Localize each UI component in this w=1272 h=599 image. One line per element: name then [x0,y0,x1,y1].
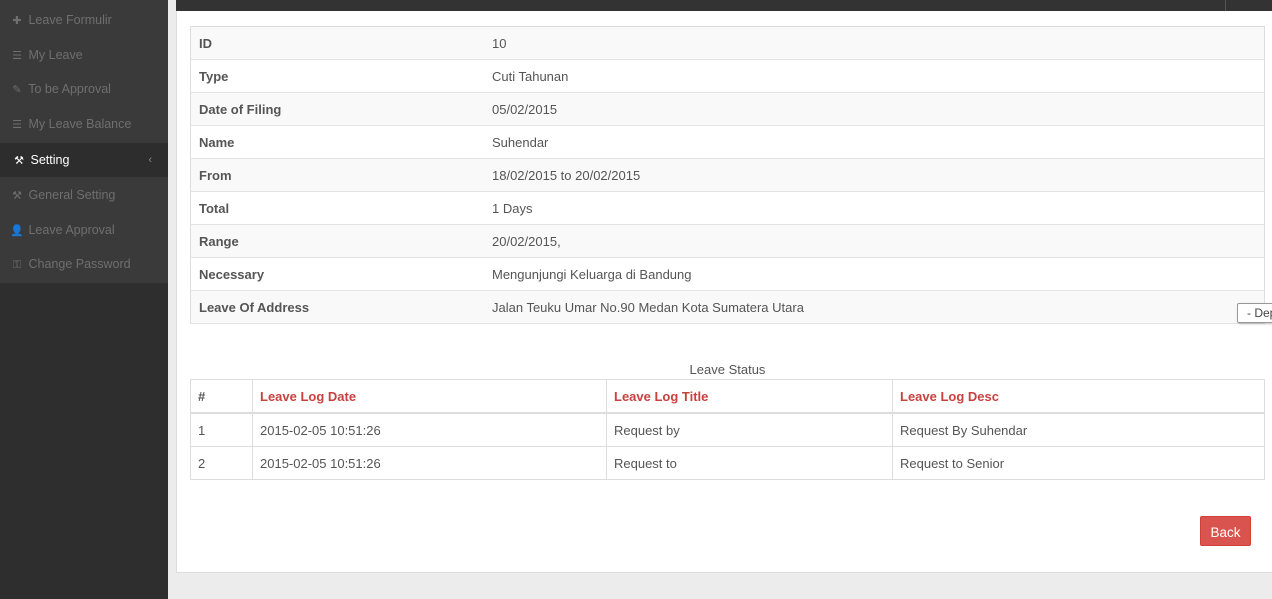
detail-label: From [190,158,484,192]
sidebar-menu: ✚ Leave Formulir ☰ My Leave ✎ To be Appr… [0,0,168,283]
leave-detail-panel: ID 10 Type Cuti Tahunan Date of Filing 0… [176,11,1272,573]
top-bar-divider [1225,0,1226,11]
detail-value: 10 [484,26,1265,60]
pencil-icon: ✎ [12,84,22,96]
sidebar-item-label: Setting [30,153,70,167]
log-cell-title: Request to [606,446,893,480]
table-row: 2 2015-02-05 10:51:26 Request to Request… [190,446,1265,480]
back-button[interactable]: Back [1200,516,1251,546]
detail-row: From 18/02/2015 to 20/02/2015 [190,158,1265,192]
detail-row: Total 1 Days [190,191,1265,225]
detail-value: 18/02/2015 to 20/02/2015 [484,158,1265,192]
log-cell-title: Request by [606,412,893,447]
sidebar-item-label: Leave Formulir [28,13,112,27]
table-row: 1 2015-02-05 10:51:26 Request by Request… [190,412,1265,447]
detail-label: Leave Of Address [190,290,484,324]
sidebar-item-label: To be Approval [28,82,111,96]
log-cell-number: 1 [190,412,253,447]
log-cell-date: 2015-02-05 10:51:26 [252,412,607,447]
column-header-log-title[interactable]: Leave Log Title [606,379,893,414]
log-cell-number: 2 [190,446,253,480]
sidebar-item-leave-approval[interactable]: 👤 Leave Approval [0,213,168,247]
sidebar-item-to-be-approval[interactable]: ✎ To be Approval [0,72,168,106]
detail-label: ID [190,26,484,60]
sidebar-item-leave-formulir[interactable]: ✚ Leave Formulir [0,3,168,37]
detail-value: 20/02/2015, [484,224,1265,258]
detail-label: Necessary [190,257,484,291]
sidebar-item-label: Leave Approval [28,223,115,237]
main-content: ID 10 Type Cuti Tahunan Date of Filing 0… [168,0,1272,599]
detail-label: Range [190,224,484,258]
detail-row: Necessary Mengunjungi Keluarga di Bandun… [190,257,1265,291]
list-icon: ☰ [12,50,22,62]
detail-value: 1 Days [484,191,1265,225]
sidebar-item-setting[interactable]: ⚒ Setting ‹ [0,143,168,177]
detail-value: 05/02/2015 [484,92,1265,126]
list-icon: ☰ [12,119,22,131]
column-header-log-date[interactable]: Leave Log Date [252,379,607,414]
user-icon: 👤 [10,225,24,237]
column-header-log-desc[interactable]: Leave Log Desc [892,379,1265,414]
detail-row: Name Suhendar [190,125,1265,159]
wrench-icon: ⚒ [14,155,24,167]
sidebar: ✚ Leave Formulir ☰ My Leave ✎ To be Appr… [0,0,168,599]
leave-status-caption: Leave Status [689,362,766,377]
detail-row: ID 10 [190,26,1265,60]
sidebar-item-label: My Leave [28,48,83,62]
detail-row: Range 20/02/2015, [190,224,1265,258]
key-icon: ⚿ [12,259,22,271]
sidebar-item-my-leave-balance[interactable]: ☰ My Leave Balance [0,107,168,141]
detail-row: Leave Of Address Jalan Teuku Umar No.90 … [190,290,1265,324]
leave-detail-table: ID 10 Type Cuti Tahunan Date of Filing 0… [190,26,1265,324]
sidebar-item-label: My Leave Balance [28,117,132,131]
chevron-left-icon: ‹ [148,154,152,166]
detail-value: Suhendar [484,125,1265,159]
detail-value: Jalan Teuku Umar No.90 Medan Kota Sumate… [484,290,1265,324]
log-cell-desc: Request to Senior [892,446,1265,480]
log-cell-desc: Request By Suhendar [892,412,1265,447]
detail-row: Date of Filing 05/02/2015 [190,92,1265,126]
detail-label: Date of Filing [190,92,484,126]
detail-value: Mengunjungi Keluarga di Bandung [484,257,1265,291]
table-header-row: # Leave Log Date Leave Log Title Leave L… [190,379,1265,414]
sidebar-item-general-setting[interactable]: ⚒ General Setting [0,178,168,212]
top-bar [176,0,1272,11]
detail-label: Total [190,191,484,225]
sidebar-item-change-password[interactable]: ⚿ Change Password [0,247,168,281]
detail-label: Type [190,59,484,93]
sidebar-item-label: Change Password [28,257,131,271]
detail-row: Type Cuti Tahunan [190,59,1265,93]
sidebar-item-label: General Setting [28,188,116,202]
detail-value: Cuti Tahunan [484,59,1265,93]
detail-label: Name [190,125,484,159]
department-tooltip: - Depa [1237,303,1272,323]
plus-icon: ✚ [12,15,22,27]
log-cell-date: 2015-02-05 10:51:26 [252,446,607,480]
sidebar-item-my-leave[interactable]: ☰ My Leave [0,38,168,72]
leave-log-table: # Leave Log Date Leave Log Title Leave L… [190,379,1265,480]
wrench-icon: ⚒ [12,190,22,202]
column-header-number: # [190,379,253,414]
